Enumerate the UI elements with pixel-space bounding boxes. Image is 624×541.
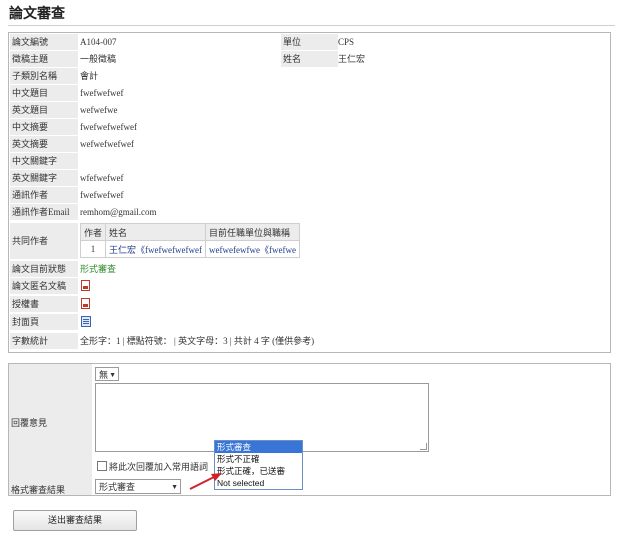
annotation-arrow-icon — [189, 473, 222, 490]
submit-review-button[interactable]: 送出審查結果 — [13, 510, 137, 531]
annotation-arrow-line — [189, 475, 217, 490]
